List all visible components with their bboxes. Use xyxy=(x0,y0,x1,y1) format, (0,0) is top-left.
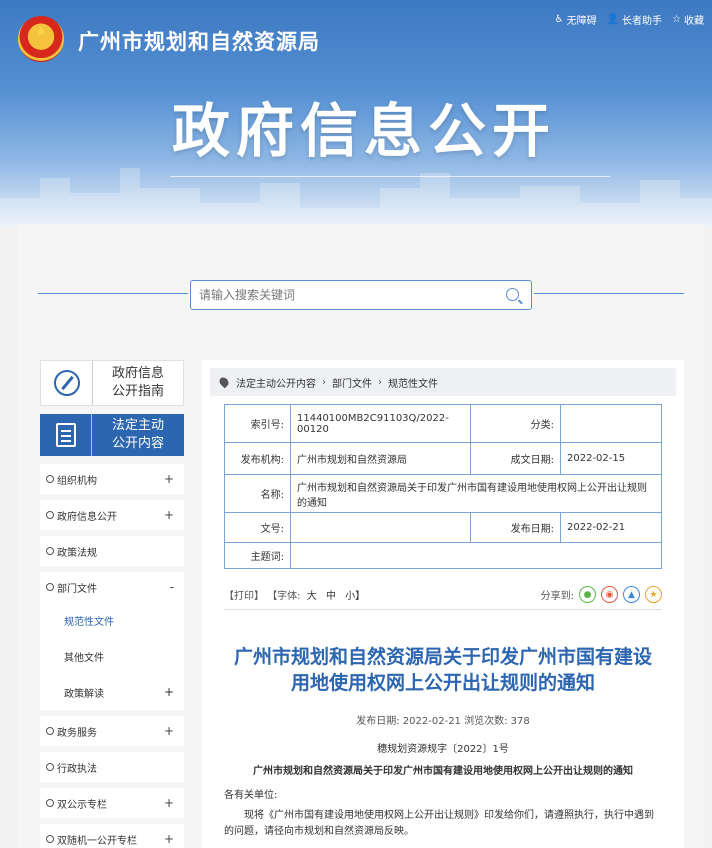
disclosure-guide-button[interactable]: 政府信息 公开指南 xyxy=(40,360,184,406)
bullet-icon xyxy=(46,583,54,591)
location-pin-icon xyxy=(217,375,231,389)
publishing-org: 广州市规划和自然资源局 xyxy=(290,442,471,475)
elder-assist-link[interactable]: 👤 长者助手 xyxy=(607,12,662,27)
share-bar: 分享到: ● ◉ ▲ ★ xyxy=(541,586,662,603)
index-number: 11440100MB2C91103Q/2022-00120 xyxy=(290,404,471,443)
site-title[interactable]: 广州市规划和自然资源局 xyxy=(78,26,320,56)
article-title: 广州市规划和自然资源局关于印发广州市国有建设 用地使用权网上公开出让规则的通知 xyxy=(233,646,652,694)
accessibility-link[interactable]: ♿ 无障碍 xyxy=(555,12,597,27)
banner-title: 政府信息公开 xyxy=(172,97,557,165)
bullet-icon xyxy=(46,835,54,843)
expand-icon[interactable]: + xyxy=(164,508,174,522)
sidebar: 政府信息 公开指南 法定主动 公开内容 组织机构 + 政府信息公开 + 政策法规 部门文… xyxy=(40,360,184,848)
bullet-icon xyxy=(46,763,54,771)
search-row xyxy=(38,280,684,310)
sidebar-group-dept-docs: 部门文件 - 规范性文件 其他文件 政策解读 + xyxy=(40,572,184,710)
article-subtitle: 广州市规划和自然资源局关于印发广州市国有建设用地使用权网上公开出让规则的通知 xyxy=(253,766,633,777)
sidebar-item-gov-info[interactable]: 政府信息公开 + xyxy=(40,500,184,530)
statutory-content-button[interactable]: 法定主动 公开内容 xyxy=(40,414,184,456)
salutation: 各有关单位: xyxy=(224,790,278,801)
main-panel: 政府信息公开指南 法定主动公开内容 组织机构+ 政府信息公开+ 政策法规 部门文… xyxy=(18,224,704,848)
publish-date: 2022-02-21 xyxy=(560,512,662,543)
document-meta-table: 索引号: 11440100MB2C91103Q/2022-00120 分类: 发… xyxy=(224,404,662,569)
weibo-share-icon[interactable]: ◉ xyxy=(601,586,618,603)
print-button[interactable]: 【打印】 xyxy=(224,591,264,602)
star-icon: ☆ xyxy=(672,14,681,25)
breadcrumb-item[interactable]: 规范性文件 xyxy=(388,375,438,390)
expand-icon[interactable]: + xyxy=(164,796,174,810)
search-icon[interactable] xyxy=(506,288,519,301)
wechat-share-icon[interactable]: ● xyxy=(579,586,596,603)
expand-icon[interactable]: + xyxy=(164,724,174,738)
divider xyxy=(224,609,662,610)
search-line-right xyxy=(534,293,684,294)
document-icon xyxy=(55,423,76,447)
sidebar-item-services[interactable]: 政务服务 + xyxy=(40,716,184,746)
breadcrumb: 法定主动公开内容 › 部门文件 › 规范性文件 xyxy=(210,368,676,396)
person-icon: 👤 xyxy=(606,14,620,25)
article-tools: 【打印】 【字体: 大 中 小】 分享到: ● ◉ ▲ ★ xyxy=(224,586,662,603)
banner-divider xyxy=(170,176,610,177)
search-input[interactable] xyxy=(191,281,491,309)
collapse-icon[interactable]: - xyxy=(170,580,174,594)
compass-icon xyxy=(53,370,80,396)
favorite-link[interactable]: ☆ 收藏 xyxy=(672,12,704,27)
sidebar-item-double-public[interactable]: 双公示专栏 + xyxy=(40,788,184,818)
sidebar-item-policy[interactable]: 政策法规 xyxy=(40,536,184,566)
breadcrumb-item[interactable]: 部门文件 xyxy=(332,375,372,390)
font-large-button[interactable]: 大 xyxy=(307,591,317,602)
bullet-icon xyxy=(46,511,54,519)
font-medium-button[interactable]: 中 xyxy=(326,591,336,602)
bullet-icon xyxy=(46,799,54,807)
bullet-icon xyxy=(46,475,54,483)
header-banner: 广州市规划和自然资源局 ♿无障碍 👤长者助手 ☆收藏 政府信息公开 xyxy=(0,0,712,228)
expand-icon[interactable]: + xyxy=(164,832,174,846)
qq-share-icon[interactable]: ▲ xyxy=(623,586,640,603)
expand-icon[interactable]: + xyxy=(164,685,174,699)
sidebar-subitem-normative[interactable]: 规范性文件 xyxy=(40,602,184,638)
bullet-icon xyxy=(46,547,54,555)
national-emblem-icon xyxy=(18,16,64,62)
qzone-share-icon[interactable]: ★ xyxy=(645,586,662,603)
document-name: 广州市规划和自然资源局关于印发广州市国有建设用地使用权网上公开出让规则的通知 xyxy=(290,474,662,513)
sidebar-item-dept-docs[interactable]: 部门文件 - xyxy=(40,572,184,602)
wheelchair-icon: ♿ xyxy=(554,14,564,25)
article-body: 现将《广州市国有建设用地使用权网上公开出让规则》印发给你们，请遵照执行，执行中遇… xyxy=(224,810,654,837)
document-number: 穗规划资源规字〔2022〕1号 xyxy=(377,744,509,755)
publish-info: 发布日期: 2022-02-21 浏览次数: 378 xyxy=(356,716,530,727)
skyline-decoration xyxy=(0,168,712,228)
chevron-right-icon: › xyxy=(322,376,326,388)
sidebar-item-random[interactable]: 双随机一公开专栏 + xyxy=(40,824,184,848)
made-date: 2022-02-15 xyxy=(560,442,662,475)
chevron-right-icon: › xyxy=(378,376,382,388)
sidebar-subitem-other[interactable]: 其他文件 xyxy=(40,638,184,674)
search-line-left xyxy=(38,293,188,294)
font-small-button[interactable]: 小】 xyxy=(345,591,365,602)
sidebar-item-enforcement[interactable]: 行政执法 xyxy=(40,752,184,782)
search-box xyxy=(190,280,532,310)
sidebar-item-org[interactable]: 组织机构 + xyxy=(40,464,184,494)
content-panel: 法定主动公开内容 › 部门文件 › 规范性文件 索引号: 11440100MB2… xyxy=(202,360,684,848)
breadcrumb-item[interactable]: 法定主动公开内容 xyxy=(236,375,316,390)
sidebar-subitem-interpret[interactable]: 政策解读 + xyxy=(40,674,184,710)
top-links: ♿ 无障碍 👤 长者助手 ☆ 收藏 xyxy=(555,12,704,27)
bullet-icon xyxy=(46,727,54,735)
expand-icon[interactable]: + xyxy=(164,472,174,486)
